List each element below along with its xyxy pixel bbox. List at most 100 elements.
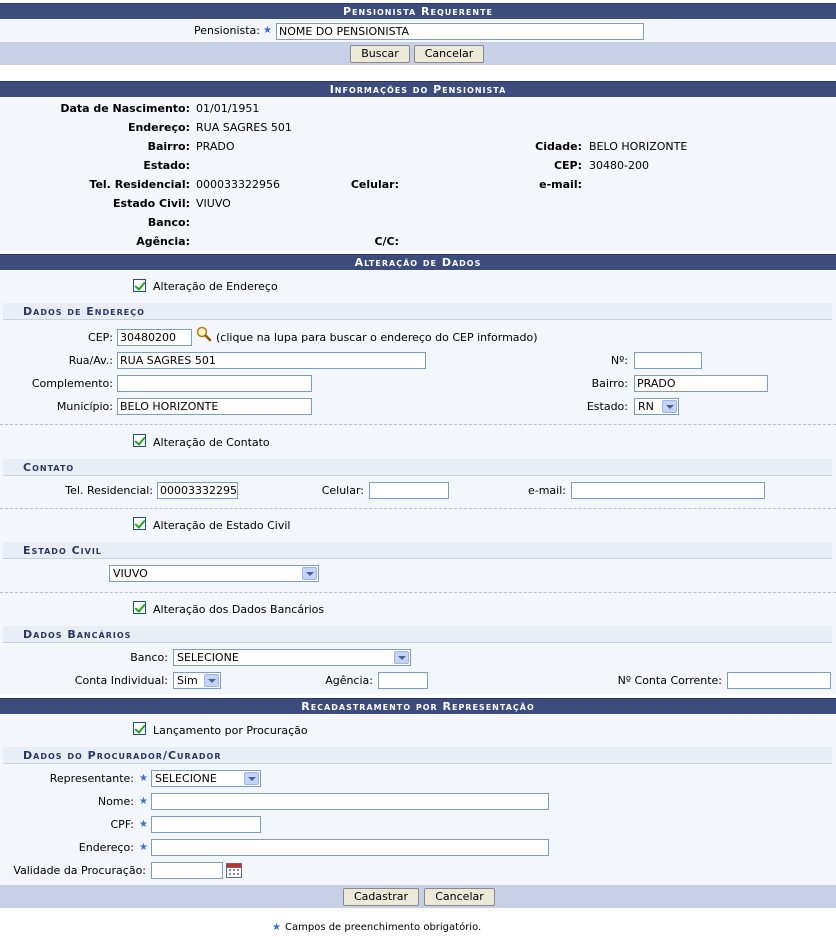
validade-label: Validade da Procuração:: [13, 864, 146, 877]
representante-select[interactable]: SELECIONE: [151, 770, 261, 787]
numero-input[interactable]: [634, 352, 702, 369]
estado-civil-select-value: VIUVO: [113, 567, 148, 580]
estado-civil-select[interactable]: VIUVO: [109, 565, 319, 582]
info-agencia-label: Agência:: [136, 235, 190, 248]
calendar-icon[interactable]: [226, 862, 242, 878]
conta-corrente-input[interactable]: [727, 672, 831, 689]
banco-select[interactable]: SELECIONE: [173, 649, 411, 666]
required-star-icon: ★: [139, 773, 148, 784]
divider: [0, 508, 836, 509]
conta-individual-select[interactable]: Sim: [173, 672, 221, 689]
subsection-procurador: Dados do Procurador/Curador: [3, 747, 832, 764]
rua-input[interactable]: RUA SAGRES 501: [117, 352, 426, 369]
info-endereco-label: Endereço:: [127, 121, 190, 134]
info-banco-label: Banco:: [147, 216, 190, 229]
complemento-label: Complemento:: [31, 377, 113, 390]
info-cep-label: CEP:: [553, 159, 582, 172]
email-label: e-mail:: [527, 484, 566, 497]
section-header-requerente: Pensionista Requerente: [0, 3, 836, 19]
representante-label: Representante:: [49, 772, 134, 785]
procuracao-checkbox[interactable]: [133, 722, 146, 735]
estado-select-value: RN: [638, 400, 654, 413]
buscar-button[interactable]: Buscar: [350, 45, 410, 63]
numero-label: Nº:: [610, 354, 628, 367]
info-bairro-label: Bairro:: [147, 140, 190, 153]
chevron-down-icon: [204, 674, 219, 687]
celular-label: Celular:: [321, 484, 364, 497]
info-civil-value: VIUVO: [196, 197, 231, 210]
divider: [0, 592, 836, 593]
info-tel-label: Tel. Residencial:: [89, 178, 190, 191]
info-tel-value: 000033322956: [196, 178, 280, 191]
rua-label: Rua/Av.:: [68, 354, 113, 367]
info-cep-value: 30480-200: [589, 159, 649, 172]
cancelar-button[interactable]: Cancelar: [424, 888, 495, 906]
chevron-down-icon: [394, 651, 409, 664]
conta-corrente-label: Nº Conta Corrente:: [617, 674, 722, 687]
tel-input[interactable]: 00003332295: [157, 482, 238, 499]
info-endereco-value: RUA SAGRES 501: [196, 121, 292, 134]
celular-input[interactable]: [369, 482, 449, 499]
obrigatorio-note: Campos de preenchimento obrigatório.: [285, 922, 482, 933]
info-nascimento-label: Data de Nascimento:: [60, 102, 190, 115]
section-header-representacao: Recadastramento por Representação: [0, 698, 836, 714]
info-civil-label: Estado Civil:: [113, 197, 190, 210]
alteracao-civil-label: Alteração de Estado Civil: [153, 519, 291, 532]
validade-input[interactable]: [151, 862, 223, 879]
info-celular-label: Celular:: [350, 178, 399, 191]
alteracao-banco-label: Alteração dos Dados Bancários: [153, 603, 325, 616]
endereco-procurador-input[interactable]: [151, 839, 549, 856]
email-input[interactable]: [571, 482, 765, 499]
chevron-down-icon: [244, 772, 259, 785]
banco-select-value: SELECIONE: [177, 651, 239, 664]
alteracao-banco-checkbox[interactable]: [133, 601, 146, 614]
info-bairro-value: PRADO: [196, 140, 235, 153]
bairro-label: Bairro:: [591, 377, 628, 390]
representante-select-value: SELECIONE: [155, 772, 217, 785]
subsection-endereco: Dados de Endereço: [3, 303, 832, 320]
cep-label: CEP:: [88, 331, 113, 344]
alteracao-endereco-checkbox[interactable]: [133, 279, 146, 292]
nome-label: Nome:: [97, 795, 134, 808]
agencia-input[interactable]: [378, 672, 428, 689]
estado-select[interactable]: RN: [634, 398, 679, 415]
section-header-info: Informações do Pensionista: [0, 81, 836, 97]
info-cidade-label: Cidade:: [535, 140, 582, 153]
alteracao-civil-checkbox[interactable]: [133, 517, 146, 530]
required-star-icon: ★: [139, 819, 148, 830]
required-star-icon: ★: [272, 922, 281, 933]
cpf-input[interactable]: [151, 816, 261, 833]
required-star-icon: ★: [139, 796, 148, 807]
banco-label: Banco:: [130, 651, 168, 664]
nome-input[interactable]: [151, 793, 549, 810]
conta-individual-select-value: Sim: [177, 674, 198, 687]
divider: [0, 424, 836, 425]
agencia-label: Agência:: [325, 674, 373, 687]
cep-input[interactable]: 30480200: [117, 329, 192, 346]
info-estado-label: Estado:: [143, 159, 190, 172]
bairro-input[interactable]: PRADO: [634, 375, 768, 392]
estado-label: Estado:: [586, 400, 628, 413]
cadastrar-button[interactable]: Cadastrar: [343, 888, 419, 906]
cep-hint: (clique na lupa para buscar o endereço d…: [216, 331, 538, 344]
tel-label: Tel. Residencial:: [65, 484, 153, 497]
municipio-input[interactable]: BELO HORIZONTE: [117, 398, 312, 415]
section-header-alteracao: Alteração de Dados: [0, 254, 836, 270]
required-star-icon: ★: [263, 25, 272, 36]
info-email-label: e-mail:: [539, 178, 582, 191]
info-cc-label: C/C:: [374, 235, 399, 248]
complemento-input[interactable]: [117, 375, 312, 392]
cancelar-busca-button[interactable]: Cancelar: [414, 45, 484, 63]
required-star-icon: ★: [139, 842, 148, 853]
alteracao-contato-checkbox[interactable]: [133, 434, 146, 447]
procuracao-label: Lançamento por Procuração: [153, 724, 308, 737]
pensionista-label: Pensionista:: [193, 24, 260, 37]
subsection-contato: Contato: [3, 459, 832, 476]
conta-individual-label: Conta Individual:: [74, 674, 168, 687]
subsection-dados-bancarios: Dados Bancários: [3, 626, 832, 643]
endereco-procurador-label: Endereço:: [78, 841, 134, 854]
pensionista-input[interactable]: NOME DO PENSIONISTA: [276, 23, 644, 40]
municipio-label: Município:: [56, 400, 113, 413]
alteracao-endereco-label: Alteração de Endereço: [153, 280, 278, 293]
search-icon[interactable]: [195, 326, 213, 342]
